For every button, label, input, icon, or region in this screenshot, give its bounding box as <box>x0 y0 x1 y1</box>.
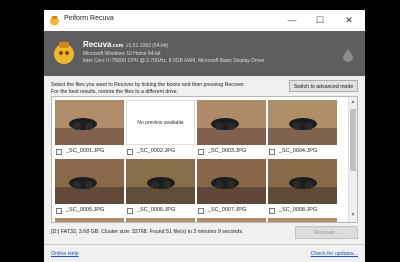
close-button[interactable]: ✕ <box>336 12 362 29</box>
os-info: Microsoft Windows 10 Home 64-bit <box>83 51 161 57</box>
recover-button[interactable]: Recover... <box>295 226 358 239</box>
online-help-link[interactable]: Online Help <box>51 251 79 257</box>
window-title: Piriform Recuva <box>64 15 114 22</box>
hardware-info: Intel Core i7-7500U CPU @ 2.70GHz, 8.0GB… <box>83 58 265 64</box>
switch-advanced-button[interactable]: Switch to advanced mode <box>289 80 358 92</box>
file-name: _SC_0008.JPG <box>279 207 318 213</box>
file-checkbox[interactable] <box>127 149 133 155</box>
scroll-down-icon[interactable]: ▼ <box>349 212 357 220</box>
maximize-button[interactable]: ☐ <box>307 12 333 29</box>
no-preview-placeholder: No preview available <box>126 100 195 145</box>
file-name: _SC_0003.JPG <box>208 148 247 154</box>
vertical-scrollbar[interactable]: ▲ ▼ <box>348 97 357 222</box>
photo-thumbnail <box>126 218 195 222</box>
file-name: _SC_0007.JPG <box>208 207 247 213</box>
file-name: _SC_0002.JPG <box>137 148 176 154</box>
photo-thumbnail <box>268 218 337 222</box>
file-checkbox[interactable] <box>56 149 62 155</box>
app-header: Recuva.com v1.51.1063 (64-bit) Microsoft … <box>44 31 365 76</box>
app-name: Recuva.com v1.51.1063 (64-bit) <box>83 40 169 49</box>
photo-thumbnail <box>268 100 337 145</box>
check-updates-link[interactable]: Check for updates... <box>311 251 358 257</box>
file-checkbox[interactable] <box>269 149 275 155</box>
file-checkbox[interactable] <box>127 208 133 214</box>
recuva-logo-icon <box>54 42 74 64</box>
photo-thumbnail <box>197 159 266 204</box>
minimize-button[interactable]: — <box>279 12 305 29</box>
file-name: _SC_0004.JPG <box>279 148 318 154</box>
file-checkbox[interactable] <box>198 149 204 155</box>
photo-thumbnail <box>55 159 124 204</box>
status-text: [D:] FAT32, 3.68 GB. Cluster size: 32768… <box>51 229 244 235</box>
file-name: _SC_0005.JPG <box>66 207 105 213</box>
photo-thumbnail <box>55 218 124 222</box>
file-name: _SC_0001.JPG <box>66 148 105 154</box>
title-bar: Piriform Recuva — ☐ ✕ <box>44 10 365 31</box>
file-checkbox[interactable] <box>56 208 62 214</box>
footer: Online Help Check for updates... <box>44 244 365 262</box>
scrollbar-thumb[interactable] <box>350 109 356 171</box>
water-drop-icon <box>343 49 353 62</box>
instructions: Select the files you want to Recover by … <box>51 82 246 95</box>
photo-thumbnail <box>197 100 266 145</box>
recuva-window: Piriform Recuva — ☐ ✕ Recuva.com v1.51.10… <box>44 10 365 262</box>
photo-thumbnail <box>55 100 124 145</box>
file-grid: _SC_0001.JPG No preview available _SC_0002… <box>51 96 358 223</box>
scroll-up-icon[interactable]: ▲ <box>349 99 357 107</box>
file-checkbox[interactable] <box>198 208 204 214</box>
photo-thumbnail <box>126 159 195 204</box>
recuva-app-icon <box>50 16 59 26</box>
file-checkbox[interactable] <box>269 208 275 214</box>
photo-thumbnail <box>197 218 266 222</box>
photo-thumbnail <box>268 159 337 204</box>
file-name: _SC_0006.JPG <box>137 207 176 213</box>
